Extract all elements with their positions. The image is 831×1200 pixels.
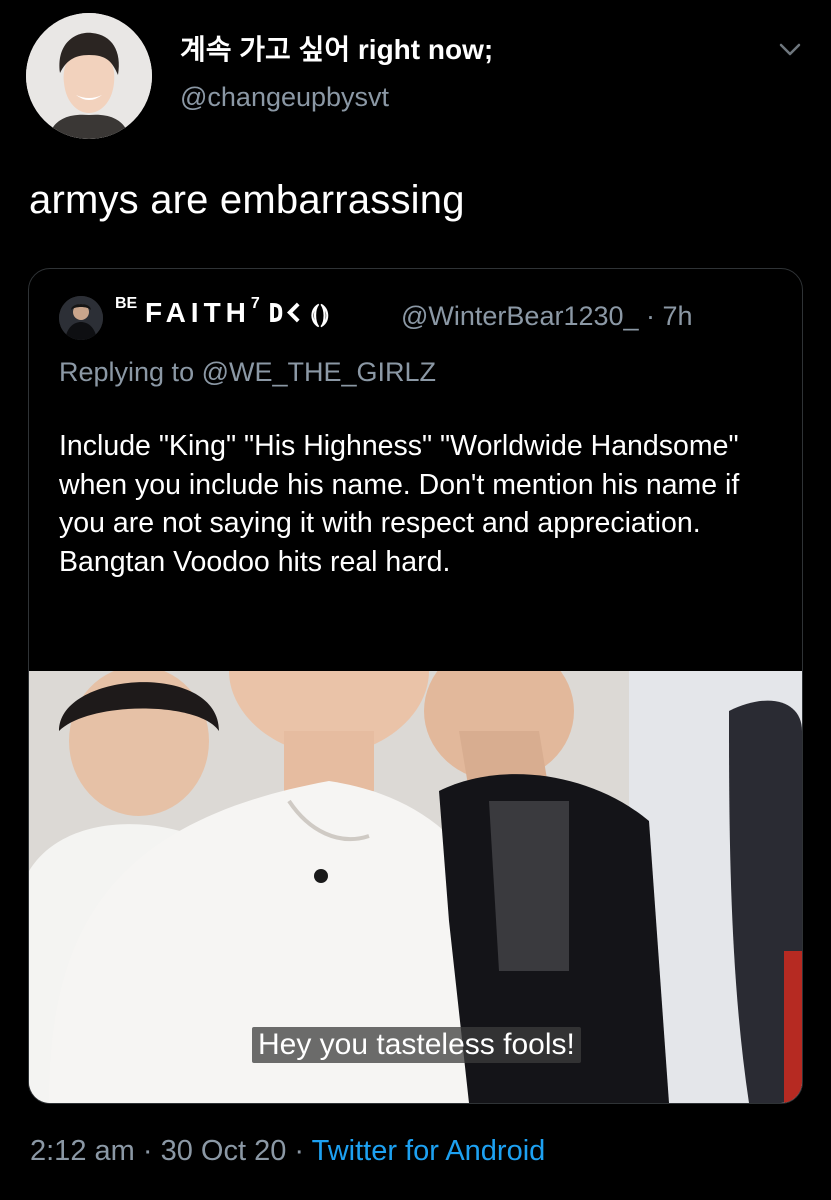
quoted-time: · 7h: [646, 301, 693, 331]
tweet-time[interactable]: 2:12 am: [30, 1135, 135, 1167]
author-avatar[interactable]: [26, 13, 152, 139]
quoted-media-image[interactable]: Hey you tasteless fools!: [29, 671, 802, 1103]
media-caption: Hey you tasteless fools!: [252, 1027, 581, 1063]
quoted-author-name[interactable]: BE FAITH7 𐌃𐌂 ⦅⦆: [115, 294, 330, 330]
quoted-handle-text: @WinterBear1230_: [401, 301, 639, 331]
name-glyphs: 𐌃𐌂 ⦅⦆: [267, 298, 330, 328]
author-handle[interactable]: @changeupbysvt: [180, 82, 389, 113]
quoted-author-handle[interactable]: @WinterBear1230_ · 7h: [401, 301, 693, 332]
replying-to: Replying to @WE_THE_GIRLZ: [59, 357, 437, 387]
chevron-down-icon[interactable]: [774, 33, 806, 65]
quoted-tweet-card[interactable]: BE FAITH7 𐌃𐌂 ⦅⦆ @WinterBear1230_ · 7h Re…: [28, 268, 803, 1104]
author-display-name[interactable]: 계속 가고 싶어 right now;: [180, 28, 493, 68]
separator: ·: [134, 1135, 161, 1167]
name-main: FAITH: [145, 297, 251, 328]
tweet-metadata: 2:12 am · 30 Oct 20 · Twitter for Androi…: [30, 1135, 545, 1168]
tweet-source-link[interactable]: Twitter for Android: [312, 1135, 546, 1167]
quoted-tweet-text: Include "King" "His Highness" "Worldwide…: [59, 430, 740, 578]
name-prefix: BE: [115, 294, 138, 312]
name-sup: 7: [250, 294, 260, 312]
profile-photo: [26, 13, 152, 139]
tweet-text: armys are embarrassing: [29, 178, 465, 222]
quoted-author-avatar[interactable]: [59, 296, 103, 340]
separator: ·: [286, 1135, 312, 1167]
tweet-date[interactable]: 30 Oct 20: [161, 1135, 287, 1167]
